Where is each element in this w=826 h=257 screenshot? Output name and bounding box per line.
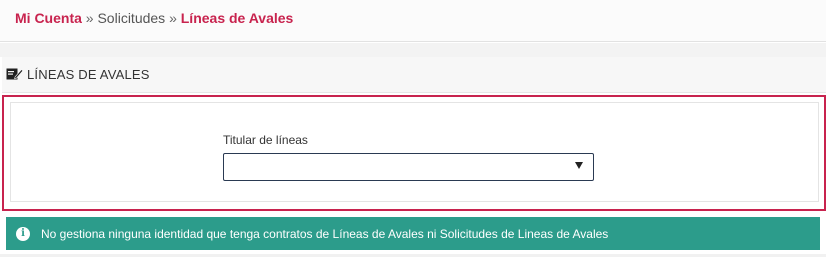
alert-message: No gestiona ninguna identidad que tenga … (41, 226, 609, 241)
section-title: LÍNEAS DE AVALES (27, 67, 150, 82)
info-alert: i No gestiona ninguna identidad que teng… (6, 217, 820, 250)
breadcrumb-solicitudes-link[interactable]: Solicitudes (97, 10, 165, 26)
edit-document-icon (6, 68, 23, 80)
spacer (0, 43, 826, 57)
breadcrumb-current: Líneas de Avales (180, 10, 294, 26)
breadcrumb: Mi Cuenta » Solicitudes » Líneas de Aval… (0, 0, 826, 42)
titular-label: Titular de líneas (223, 133, 308, 147)
form-panel: Titular de líneas (2, 95, 826, 211)
form-card: Titular de líneas (10, 102, 819, 202)
breadcrumb-separator: » (169, 10, 177, 26)
section-header: LÍNEAS DE AVALES (2, 57, 826, 93)
breadcrumb-home-link[interactable]: Mi Cuenta (15, 10, 82, 26)
info-circle-icon: i (16, 226, 30, 241)
titular-select[interactable] (223, 153, 594, 181)
breadcrumb-separator: » (85, 10, 94, 26)
dropdown-arrow-icon (575, 162, 583, 169)
